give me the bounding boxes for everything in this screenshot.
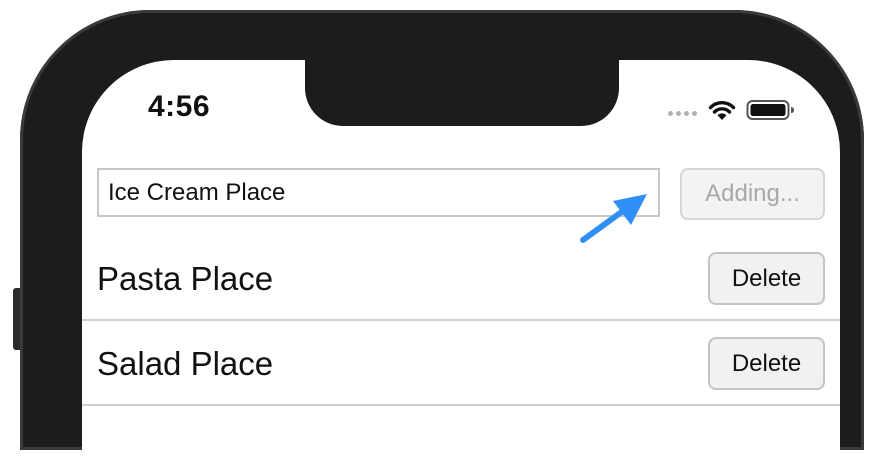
place-name: Salad Place <box>97 345 274 382</box>
status-time: 4:56 <box>148 90 211 123</box>
list-item: Salad Place Delete <box>82 321 840 406</box>
app-screen: 4:56 Adding... Pasta Place Delete <box>82 60 840 460</box>
battery-icon <box>746 100 794 120</box>
list-item: Pasta Place Delete <box>82 236 840 321</box>
phone-frame: 4:56 Adding... Pasta Place Delete <box>20 10 864 460</box>
place-name: Pasta Place <box>97 260 274 297</box>
delete-button[interactable]: Delete <box>708 252 825 305</box>
notch <box>305 60 619 126</box>
wifi-icon <box>708 101 736 120</box>
delete-button[interactable]: Delete <box>708 337 825 390</box>
cellular-dots-icon <box>668 97 697 123</box>
places-list: Pasta Place Delete Salad Place Delete <box>82 236 840 406</box>
status-indicators <box>668 98 796 122</box>
callout-arrow-icon <box>580 194 647 243</box>
adding-button[interactable]: Adding... <box>680 168 825 220</box>
